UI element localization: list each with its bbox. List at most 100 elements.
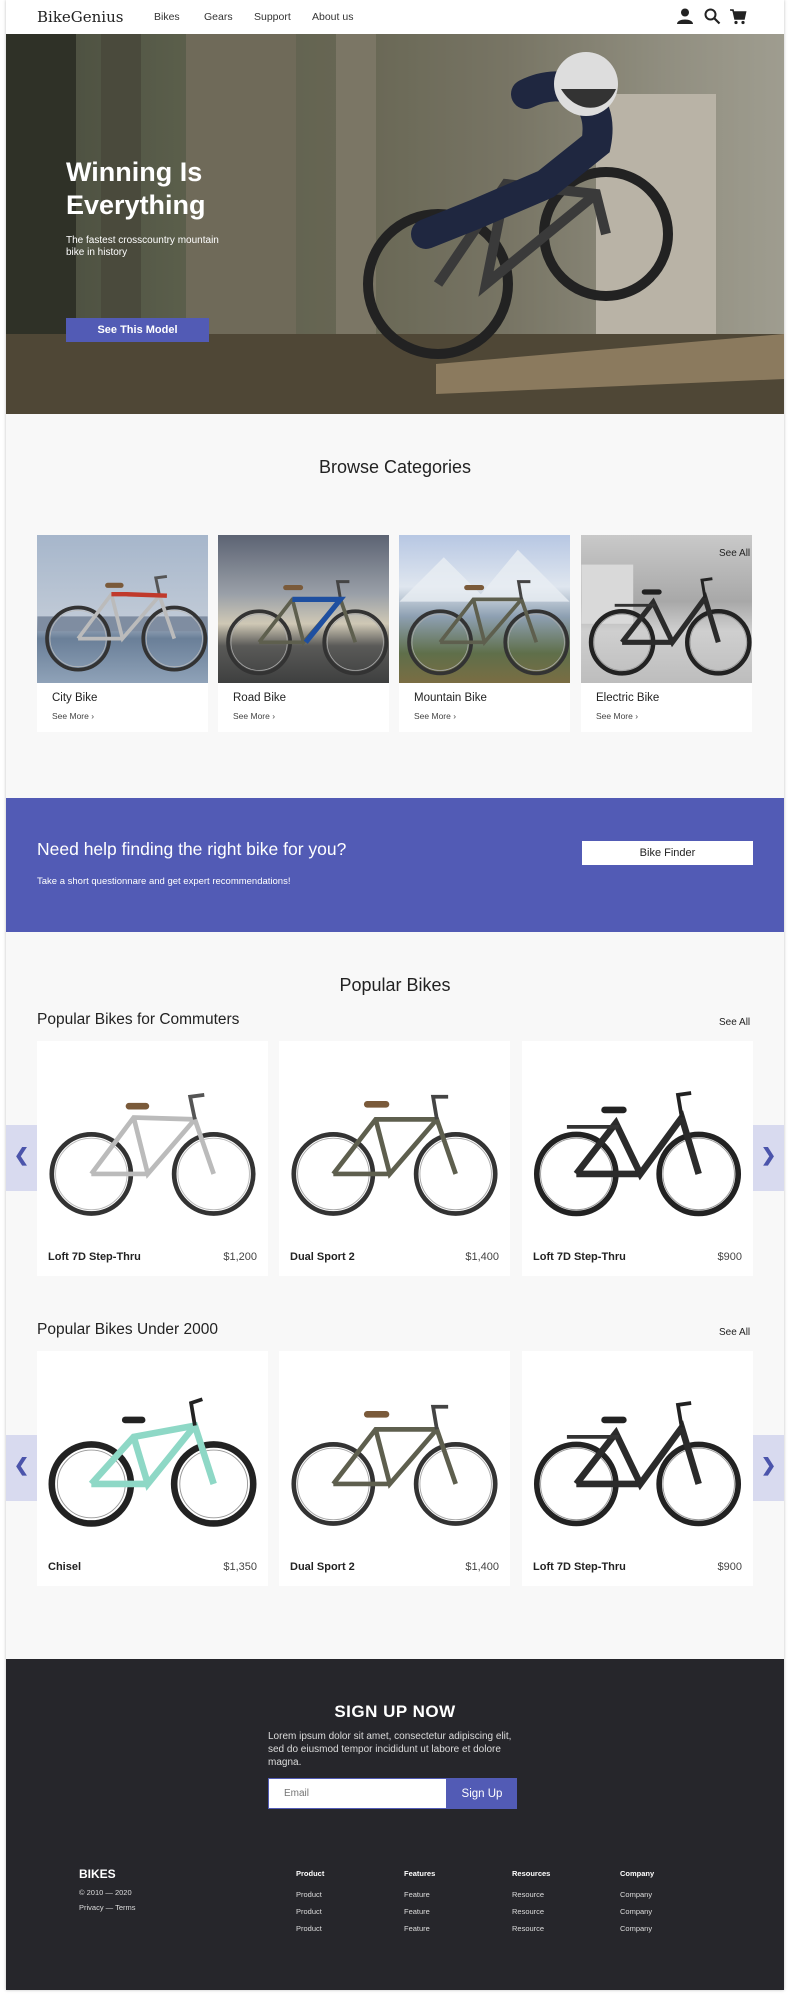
footer-col-heading: Resources (512, 1869, 551, 1878)
hero-banner: Winning Is Everything The fastest crossc… (6, 34, 784, 414)
product-image (522, 1371, 753, 1531)
footer-legal-links[interactable]: Privacy — Terms (79, 1903, 136, 1912)
mountain-bike-image (399, 549, 570, 683)
email-field[interactable] (268, 1778, 447, 1809)
top-nav: BikeGenius Bikes Gears Support About us (6, 0, 784, 34)
product-name: Loft 7D Step-Thru (533, 1561, 626, 1573)
product-price: $1,400 (465, 1561, 499, 1573)
commuters-next-button[interactable]: ❯ (753, 1125, 784, 1191)
footer: SIGN UP NOW Lorem ipsum dolor sit amet, … (6, 1659, 784, 1990)
see-more-link[interactable]: See More › (596, 711, 638, 721)
footer-col-heading: Company (620, 1869, 655, 1878)
product-image (37, 1371, 268, 1531)
product-card[interactable]: Chisel $1,350 (37, 1351, 268, 1586)
see-more-link[interactable]: See More › (414, 711, 456, 721)
footer-link[interactable]: Resource (512, 1890, 544, 1899)
footer-link[interactable]: Feature (404, 1890, 430, 1899)
sign-up-button[interactable]: Sign Up (447, 1778, 517, 1809)
finder-title: Need help finding the right bike for you… (37, 839, 347, 859)
category-card-city[interactable]: City Bike See More › (37, 535, 208, 732)
site-logo[interactable]: BikeGenius (37, 8, 123, 26)
footer-col-heading: Product (296, 1869, 325, 1878)
footer-link[interactable]: Feature (404, 1907, 430, 1916)
see-more-link[interactable]: See More › (233, 711, 275, 721)
row-title-under-2000: Popular Bikes Under 2000 (37, 1321, 218, 1338)
footer-brand: BIKES (79, 1867, 116, 1881)
footer-link[interactable]: Product (296, 1924, 322, 1933)
category-image (399, 535, 570, 683)
hero-title: Winning Is Everything (66, 157, 206, 220)
footer-link[interactable]: Product (296, 1890, 322, 1899)
product-image (37, 1061, 268, 1221)
product-price: $1,200 (223, 1251, 257, 1263)
product-price: $900 (717, 1251, 742, 1263)
nav-link-gears[interactable]: Gears (204, 11, 233, 23)
row-title-commuters: Popular Bikes for Commuters (37, 1011, 240, 1028)
chevron-right-icon: ❯ (760, 1455, 777, 1475)
category-card-electric[interactable]: Electric Bike See More › (581, 535, 752, 732)
product-card[interactable]: Dual Sport 2 $1,400 (279, 1351, 510, 1586)
road-bike-image (218, 535, 389, 683)
user-icon[interactable] (676, 7, 694, 25)
city-bike-image (37, 535, 208, 683)
product-name: Loft 7D Step-Thru (533, 1251, 626, 1263)
nav-link-about[interactable]: About us (312, 11, 353, 23)
commuters-see-all-link[interactable]: See All (719, 1017, 750, 1028)
under-2000-see-all-link[interactable]: See All (719, 1327, 750, 1338)
product-card[interactable]: Dual Sport 2 $1,400 (279, 1041, 510, 1276)
product-image (522, 1061, 753, 1221)
product-name: Loft 7D Step-Thru (48, 1251, 141, 1263)
category-image (37, 535, 208, 683)
footer-link[interactable]: Company (620, 1924, 652, 1933)
finder-subtitle: Take a short questionnare and get expert… (37, 876, 291, 887)
under-2000-next-button[interactable]: ❯ (753, 1435, 784, 1501)
product-name: Chisel (48, 1561, 82, 1573)
product-image (279, 1061, 510, 1221)
see-more-link[interactable]: See More › (52, 711, 94, 721)
product-card[interactable]: Loft 7D Step-Thru $900 (522, 1351, 753, 1586)
product-card[interactable]: Loft 7D Step-Thru $1,200 (37, 1041, 268, 1276)
footer-col-heading: Features (404, 1869, 436, 1878)
under-2000-prev-button[interactable]: ❮ (6, 1435, 37, 1501)
see-this-model-button[interactable]: See This Model (66, 318, 209, 342)
bike-finder-button[interactable]: Bike Finder (582, 841, 753, 865)
product-price: $900 (717, 1561, 742, 1573)
popular-title: Popular Bikes (339, 975, 451, 995)
chevron-right-icon: ❯ (760, 1145, 777, 1165)
category-name: Electric Bike (596, 692, 660, 704)
footer-link[interactable]: Resource (512, 1907, 544, 1916)
product-name: Dual Sport 2 (290, 1561, 355, 1573)
footer-link[interactable]: Company (620, 1907, 652, 1916)
categories-see-all-link[interactable]: See All (719, 548, 750, 559)
category-name: City Bike (52, 692, 98, 704)
page-frame: BikeGenius Bikes Gears Support About us (6, 0, 784, 1990)
product-image (279, 1371, 510, 1531)
product-card[interactable]: Loft 7D Step-Thru $900 (522, 1041, 753, 1276)
product-price: $1,400 (465, 1251, 499, 1263)
footer-link[interactable]: Product (296, 1907, 322, 1916)
footer-copyright: © 2010 — 2020 (79, 1888, 132, 1897)
bike-finder-banner: Need help finding the right bike for you… (6, 798, 784, 932)
category-name: Road Bike (233, 692, 287, 704)
signup-title: SIGN UP NOW (334, 1702, 456, 1721)
cart-icon[interactable] (729, 7, 747, 25)
category-image (218, 535, 389, 683)
product-name: Dual Sport 2 (290, 1251, 355, 1263)
footer-link[interactable]: Company (620, 1890, 652, 1899)
search-icon[interactable] (703, 7, 721, 25)
chevron-left-icon: ❮ (13, 1145, 30, 1165)
footer-link[interactable]: Resource (512, 1924, 544, 1933)
category-card-road[interactable]: Road Bike See More › (218, 535, 389, 732)
hero-subtitle: The fastest crosscountry mountain bike i… (66, 235, 219, 258)
hero-image (6, 34, 784, 414)
footer-link[interactable]: Feature (404, 1924, 430, 1933)
category-name: Mountain Bike (414, 692, 487, 704)
category-card-mountain[interactable]: Mountain Bike See More › (399, 535, 570, 732)
categories-title: Browse Categories (318, 457, 472, 477)
chevron-left-icon: ❮ (13, 1455, 30, 1475)
product-price: $1,350 (223, 1561, 257, 1573)
commuters-prev-button[interactable]: ❮ (6, 1125, 37, 1191)
nav-link-bikes[interactable]: Bikes (154, 11, 180, 23)
signup-text: Lorem ipsum dolor sit amet, consectetur … (268, 1731, 512, 1768)
nav-link-support[interactable]: Support (254, 11, 291, 23)
